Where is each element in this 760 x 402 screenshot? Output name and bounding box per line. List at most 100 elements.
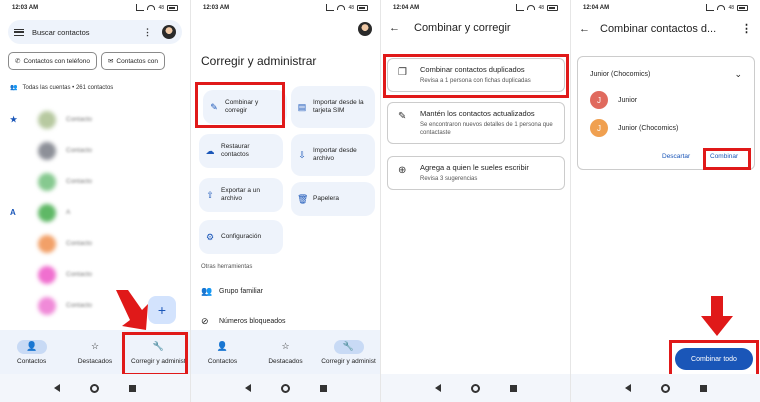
merge-fix-screen: 12:04 AM 48 ← Combinar y corregir ❐ Comb…	[380, 0, 570, 402]
avatar	[38, 265, 56, 284]
page-title: Combinar contactos d...	[600, 22, 717, 35]
card-subtitle: Revisa 3 sugerencias	[420, 176, 478, 182]
download-icon: ⇩	[298, 150, 306, 160]
trash-icon: 🗑	[297, 194, 309, 204]
highlight-arrow	[701, 296, 733, 336]
blocked-numbers-item[interactable]: ⊘ Números bloqueados	[201, 316, 286, 327]
family-group-item[interactable]: 👥 Grupo familiar	[201, 286, 263, 297]
filter-chips: ✆ Contactos con teléfono ✉ Contactos con	[8, 52, 190, 70]
chip-phone-contacts[interactable]: ✆ Contactos con teléfono	[8, 52, 97, 70]
status-icons: 48	[706, 4, 748, 11]
item-label: Números bloqueados	[219, 318, 286, 325]
person-icon: 👤	[16, 339, 47, 354]
recents-icon[interactable]	[319, 384, 327, 392]
status-time: 12:04 AM	[583, 5, 610, 11]
arrow-back-icon[interactable]: ←	[389, 22, 400, 34]
avatar	[38, 110, 56, 129]
tool-label: Configuración	[221, 233, 262, 240]
tab-favorites[interactable]: ☆ Destacados	[254, 330, 317, 374]
tool-label: Restaurar contactos	[221, 143, 250, 158]
card-title: Agrega a quien le sueles escribir	[420, 163, 529, 172]
recents-icon[interactable]	[509, 384, 517, 392]
status-time: 12:03 AM	[12, 5, 39, 11]
card-subtitle: Se encontraron nuevos detalles de 1 pers…	[420, 122, 553, 136]
tab-contacts[interactable]: 👤 Contactos	[0, 330, 63, 374]
tool-import-file[interactable]: ⇩ Importar desde archivo	[291, 134, 375, 176]
chip-email-contacts[interactable]: ✉ Contactos con	[100, 52, 165, 70]
list-item[interactable]: Contacto	[0, 135, 190, 166]
tab-label: Corregir y administ	[321, 357, 376, 365]
battery-icon	[167, 4, 178, 11]
add-frequent-card[interactable]: ⊕ Agrega a quien le sueles escribir Revi…	[387, 156, 565, 190]
avatar	[38, 234, 56, 253]
battery-level: 48	[158, 4, 164, 11]
star-box-icon: ☆	[281, 341, 290, 351]
recents-icon[interactable]	[699, 384, 707, 392]
home-icon[interactable]	[660, 383, 670, 393]
back-icon[interactable]	[54, 384, 60, 392]
home-icon[interactable]	[90, 383, 99, 393]
home-icon[interactable]	[280, 383, 290, 393]
status-time: 12:03 AM	[203, 5, 230, 11]
status-bar: 12:03 AM 48	[0, 0, 190, 16]
tab-label: Destacados	[77, 357, 113, 365]
contact-list: ★ Contacto Contacto Contacto AA Contacto …	[0, 104, 190, 321]
tab-favorites[interactable]: ☆ Destacados	[63, 330, 126, 374]
wifi-icon	[527, 5, 536, 10]
page-title: Corregir y administrar	[201, 54, 317, 68]
avatar: J	[590, 119, 608, 137]
tool-label: Importar desde la tarjeta SIM	[313, 99, 364, 114]
battery-level: 48	[728, 4, 734, 11]
avatar[interactable]	[358, 22, 372, 36]
tab-label: Contactos	[207, 357, 238, 365]
tab-contacts[interactable]: 👤 Contactos	[191, 330, 254, 374]
more-options-icon[interactable]: ⋮	[143, 27, 152, 38]
upload-icon: ⇧	[206, 190, 214, 200]
recents-icon[interactable]	[129, 384, 136, 392]
highlight-box	[703, 148, 751, 170]
list-item[interactable]: Contacto	[0, 228, 190, 259]
tool-trash[interactable]: 🗑 Papelera	[291, 182, 375, 216]
tool-settings[interactable]: ⚙ Configuración	[199, 220, 283, 254]
avatar: J	[590, 91, 608, 109]
search-bar[interactable]: Buscar contactos ⋮	[8, 20, 182, 44]
block-icon: ⊘	[201, 316, 209, 326]
more-options-icon[interactable]: ⋮	[741, 22, 752, 35]
tool-import-sim[interactable]: ▤ Importar desde la tarjeta SIM	[291, 86, 375, 128]
back-icon[interactable]	[244, 384, 251, 392]
tool-label: Papelera	[313, 195, 340, 202]
list-item[interactable]: Contacto	[0, 259, 190, 290]
back-icon[interactable]	[624, 384, 631, 392]
sim-icon: ▤	[297, 102, 307, 112]
back-icon[interactable]	[434, 384, 441, 392]
list-item[interactable]: AA	[0, 197, 190, 228]
menu-icon[interactable]	[14, 28, 24, 36]
battery-level: 48	[538, 4, 544, 11]
tab-fix-manage[interactable]: 🔧 Corregir y administ	[317, 330, 380, 374]
cloud-icon: ☁	[205, 146, 215, 156]
highlight-box	[195, 82, 285, 128]
chevron-down-icon[interactable]: ⌄	[734, 69, 742, 80]
battery-icon	[547, 4, 558, 11]
update-contacts-card[interactable]: ✎ Mantén los contactos actualizados Se e…	[387, 102, 565, 144]
chip-phone-label: Contactos con teléfono	[23, 57, 90, 65]
highlight-box	[383, 54, 569, 98]
list-item[interactable]: Contacto	[0, 166, 190, 197]
item-label: Grupo familiar	[219, 288, 263, 295]
list-item[interactable]: ★ Contacto	[0, 104, 190, 135]
discard-button[interactable]: Descartar	[662, 153, 690, 160]
contacts-screen: 12:03 AM 48 Buscar contactos ⋮ ✆ Contacto…	[0, 0, 190, 402]
home-icon[interactable]	[470, 383, 480, 393]
avatar[interactable]	[162, 25, 176, 39]
person-add-icon: ⊕	[398, 165, 407, 176]
signal-icon	[516, 4, 525, 11]
arrow-back-icon[interactable]: ←	[579, 23, 590, 35]
add-contact-button[interactable]: +	[148, 296, 176, 324]
tool-label: Importar desde archivo	[313, 147, 357, 162]
status-time: 12:04 AM	[393, 5, 420, 11]
accounts-filter[interactable]: 👥 Todas las cuentas • 261 contactos	[10, 84, 113, 92]
tool-restore[interactable]: ☁ Restaurar contactos	[199, 134, 283, 168]
tool-export[interactable]: ⇧ Exportar a un archivo	[199, 178, 283, 212]
fix-manage-screen: 12:03 AM 48 Corregir y administrar ✎ Comb…	[190, 0, 380, 402]
highlight-box	[122, 332, 188, 376]
